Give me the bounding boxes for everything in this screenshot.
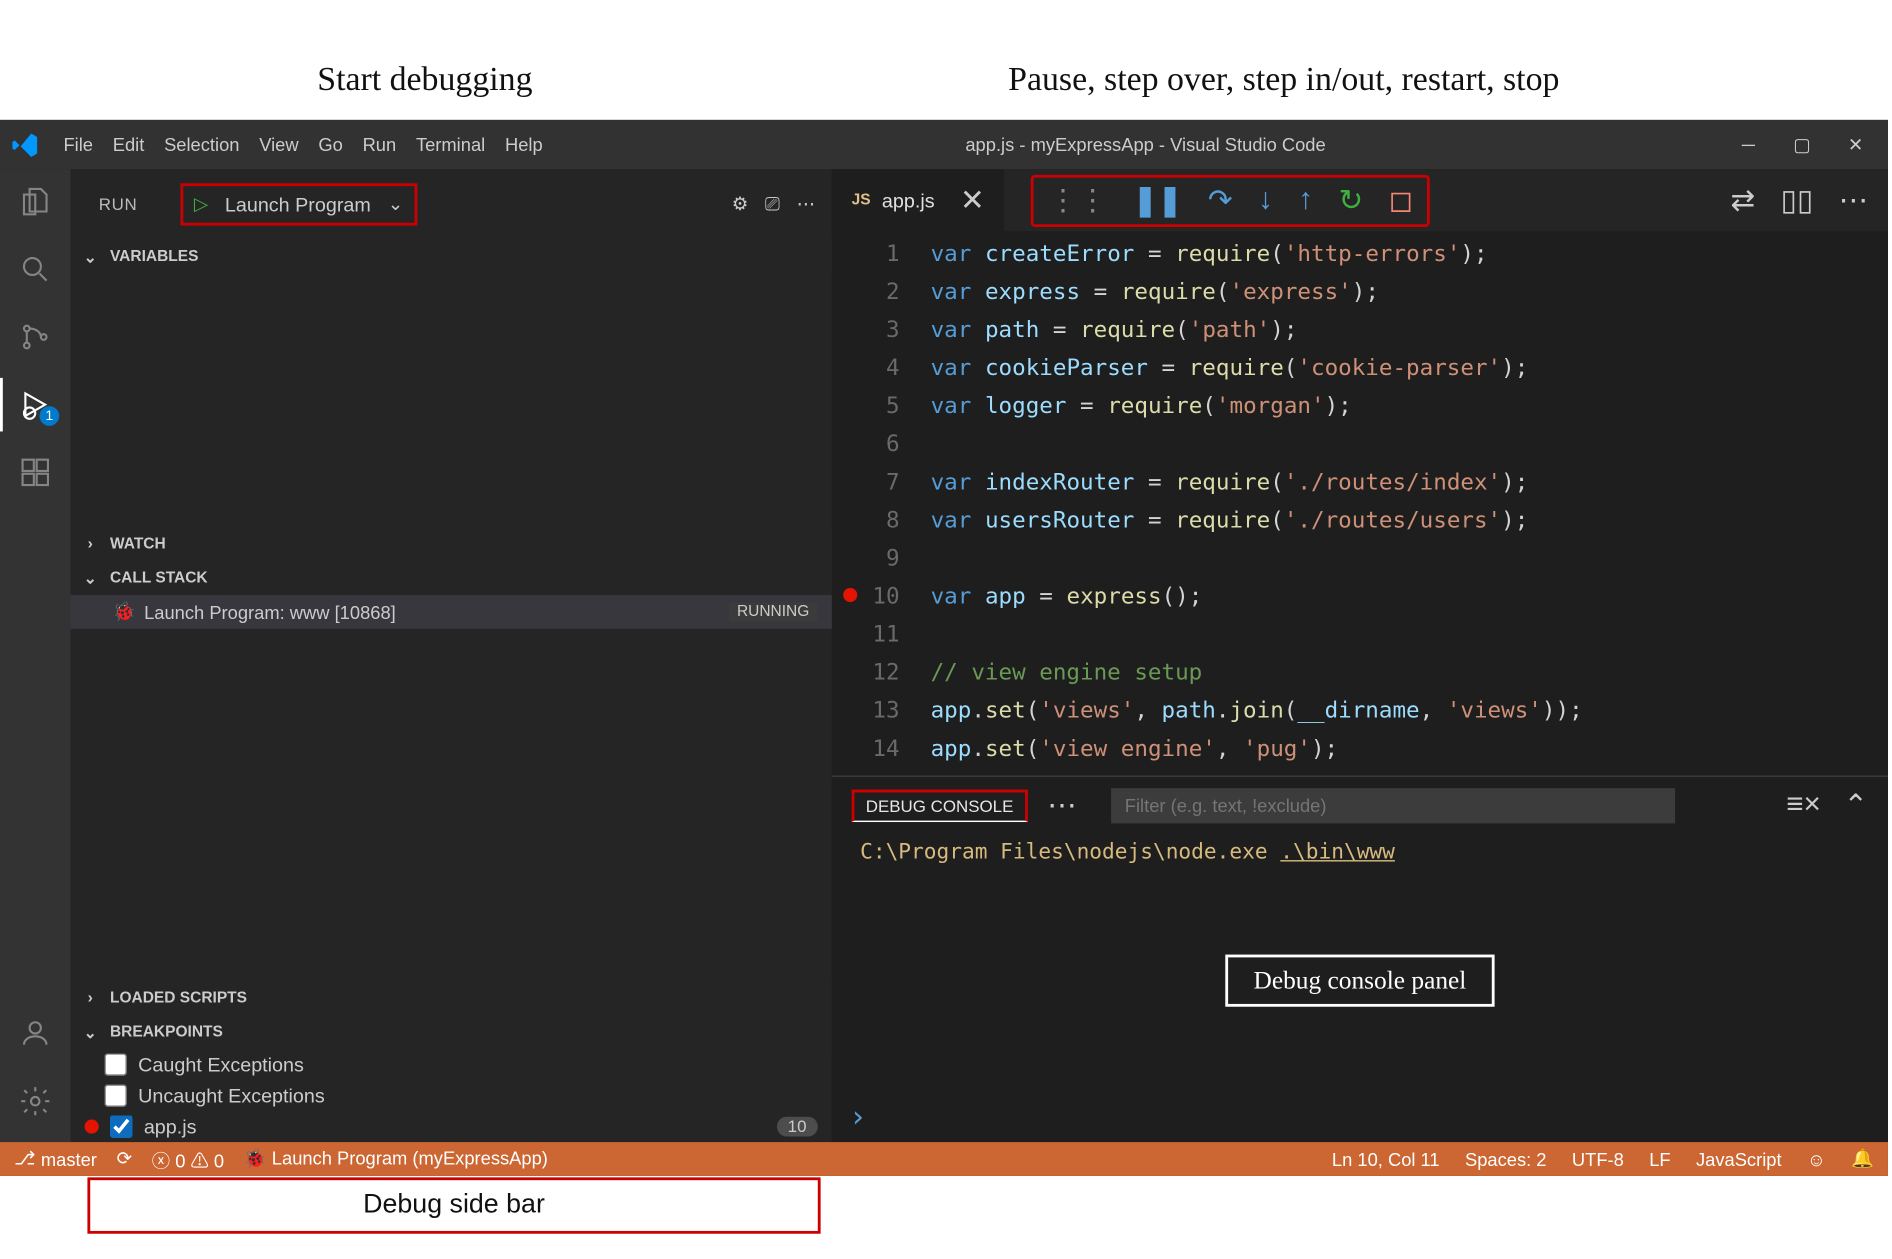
- status-debug-config[interactable]: 🐞 Launch Program (myExpressApp): [244, 1148, 548, 1171]
- uncaught-checkbox[interactable]: [104, 1084, 127, 1107]
- activity-bar: 1: [0, 169, 71, 1142]
- menu-selection[interactable]: Selection: [154, 134, 249, 155]
- split-editor-icon[interactable]: ▯▯: [1781, 183, 1814, 218]
- menu-run[interactable]: Run: [353, 134, 406, 155]
- settings-gear-icon[interactable]: [17, 1083, 54, 1120]
- panel-more-icon[interactable]: ⋯: [1047, 787, 1077, 822]
- minimize-icon[interactable]: ─: [1739, 133, 1759, 156]
- vscode-window: File Edit Selection View Go Run Terminal…: [0, 120, 1888, 1176]
- status-spaces[interactable]: Spaces: 2: [1465, 1148, 1547, 1169]
- debug-toolbar[interactable]: ⋮⋮ ❚❚ ↷ ↓ ↑ ↻ ◻: [1031, 174, 1430, 226]
- annotation-debug-sidebar: Debug side bar: [87, 1177, 820, 1233]
- debug-console-toggle-icon[interactable]: ⎚: [765, 193, 780, 216]
- console-output: C:\Program Files\nodejs\node.exe .\bin\w…: [832, 833, 1888, 870]
- code-editor[interactable]: 1234567891011121314 var createError = re…: [832, 231, 1888, 775]
- console-filter-input[interactable]: [1111, 787, 1675, 822]
- menu-file[interactable]: File: [54, 134, 103, 155]
- sync-icon[interactable]: ⟳: [117, 1148, 132, 1171]
- restart-icon[interactable]: ↻: [1338, 183, 1363, 218]
- menu-go[interactable]: Go: [309, 134, 353, 155]
- annotation-debug-controls: Pause, step over, step in/out, restart, …: [1008, 62, 1559, 100]
- explorer-icon[interactable]: [17, 183, 54, 220]
- launch-config-selector[interactable]: ▷ Launch Program ⌄: [180, 183, 417, 225]
- annotation-start-debugging: Start debugging: [317, 62, 532, 100]
- status-eol[interactable]: LF: [1649, 1148, 1670, 1169]
- search-activity-icon[interactable]: [17, 251, 54, 288]
- chevron-down-icon[interactable]: ⌄: [388, 193, 403, 216]
- grip-icon[interactable]: ⋮⋮: [1048, 183, 1107, 218]
- callstack-status: RUNNING: [728, 602, 817, 622]
- breakpoint-caught[interactable]: Caught Exceptions: [71, 1049, 832, 1080]
- status-lang[interactable]: JavaScript: [1696, 1148, 1782, 1169]
- status-errors[interactable]: ⓧ 0 ⚠ 0: [152, 1146, 224, 1173]
- account-icon[interactable]: [17, 1015, 54, 1052]
- menu-bar: File Edit Selection View Go Run Terminal…: [54, 134, 553, 155]
- breakpoints-section[interactable]: ⌄BREAKPOINTS: [71, 1015, 832, 1049]
- callstack-section[interactable]: ⌄CALL STACK: [71, 561, 832, 595]
- status-bar: ⎇ master ⟳ ⓧ 0 ⚠ 0 🐞 Launch Program (myE…: [0, 1142, 1888, 1176]
- file-bp-checkbox[interactable]: [110, 1115, 133, 1138]
- clear-console-icon[interactable]: ≡×: [1786, 787, 1821, 822]
- editor-more-icon[interactable]: ⋯: [1839, 183, 1869, 218]
- collapse-panel-icon[interactable]: ⌃: [1843, 787, 1868, 822]
- scm-icon[interactable]: [17, 319, 54, 356]
- status-encoding[interactable]: UTF-8: [1572, 1148, 1624, 1169]
- watch-section[interactable]: ›WATCH: [71, 527, 832, 561]
- caught-checkbox[interactable]: [104, 1053, 127, 1076]
- title-bar: File Edit Selection View Go Run Terminal…: [0, 120, 1888, 169]
- editor-area: JS app.js ✕ ⋮⋮ ❚❚ ↷ ↓ ↑ ↻ ◻ ⇄ ▯▯ ⋯: [832, 169, 1888, 1142]
- gear-icon[interactable]: ⚙: [732, 193, 748, 216]
- status-branch[interactable]: master: [41, 1148, 97, 1169]
- debug-badge: 1: [39, 406, 59, 426]
- more-icon[interactable]: ⋯: [797, 193, 815, 216]
- debug-console-panel: DEBUG CONSOLE ⋯ ≡× ⌃ C:\Program Files\no…: [832, 776, 1888, 1143]
- step-out-icon[interactable]: ↑: [1298, 183, 1313, 217]
- step-over-icon[interactable]: ↷: [1208, 183, 1233, 218]
- close-icon[interactable]: ✕: [1846, 133, 1866, 156]
- breakpoint-file[interactable]: app.js 10: [71, 1111, 832, 1142]
- status-cursor-pos[interactable]: Ln 10, Col 11: [1332, 1148, 1440, 1169]
- callstack-entry-label: Launch Program: www [10868]: [144, 601, 396, 622]
- loaded-scripts-section[interactable]: ›LOADED SCRIPTS: [71, 981, 832, 1015]
- bell-icon[interactable]: 🔔: [1851, 1148, 1874, 1171]
- breakpoint-dot-icon: [85, 1120, 99, 1134]
- sidebar-title: RUN: [99, 195, 138, 215]
- run-debug-icon[interactable]: 1: [17, 386, 54, 423]
- tab-close-icon[interactable]: ✕: [960, 183, 985, 218]
- compare-icon[interactable]: ⇄: [1730, 183, 1755, 218]
- vscode-logo-icon: [11, 130, 39, 158]
- debug-sidebar: RUN ▷ Launch Program ⌄ ⚙ ⎚ ⋯ ⌄VARIABLES …: [71, 169, 832, 1142]
- menu-help[interactable]: Help: [495, 134, 552, 155]
- maximize-icon[interactable]: ▢: [1792, 133, 1812, 156]
- annotation-debug-console: Debug console panel: [1225, 955, 1494, 1007]
- step-into-icon[interactable]: ↓: [1258, 183, 1273, 217]
- stop-icon[interactable]: ◻: [1389, 183, 1414, 218]
- debug-console-tab[interactable]: DEBUG CONSOLE: [852, 789, 1028, 821]
- callstack-entry[interactable]: 🐞 Launch Program: www [10868] RUNNING: [71, 595, 832, 629]
- bp-line-number: 10: [776, 1117, 817, 1137]
- pause-icon[interactable]: ❚❚: [1133, 183, 1183, 218]
- extensions-icon[interactable]: [17, 454, 54, 491]
- bug-icon: 🐞: [113, 601, 136, 624]
- tab-filename: app.js: [882, 189, 935, 212]
- console-link[interactable]: .\bin\www: [1280, 839, 1395, 864]
- editor-tab-appjs[interactable]: JS app.js ✕: [832, 169, 1006, 231]
- feedback-icon[interactable]: ☺: [1807, 1148, 1826, 1169]
- menu-view[interactable]: View: [249, 134, 308, 155]
- branch-icon[interactable]: ⎇: [14, 1148, 35, 1171]
- breakpoint-uncaught[interactable]: Uncaught Exceptions: [71, 1080, 832, 1111]
- start-debug-icon[interactable]: ▷: [194, 193, 208, 216]
- js-file-icon: JS: [852, 192, 871, 209]
- launch-config-name: Launch Program: [219, 190, 376, 218]
- console-prompt-icon[interactable]: ›: [832, 1091, 1888, 1142]
- window-title: app.js - myExpressApp - Visual Studio Co…: [553, 134, 1739, 155]
- menu-edit[interactable]: Edit: [103, 134, 154, 155]
- menu-terminal[interactable]: Terminal: [406, 134, 495, 155]
- variables-section[interactable]: ⌄VARIABLES: [71, 240, 832, 274]
